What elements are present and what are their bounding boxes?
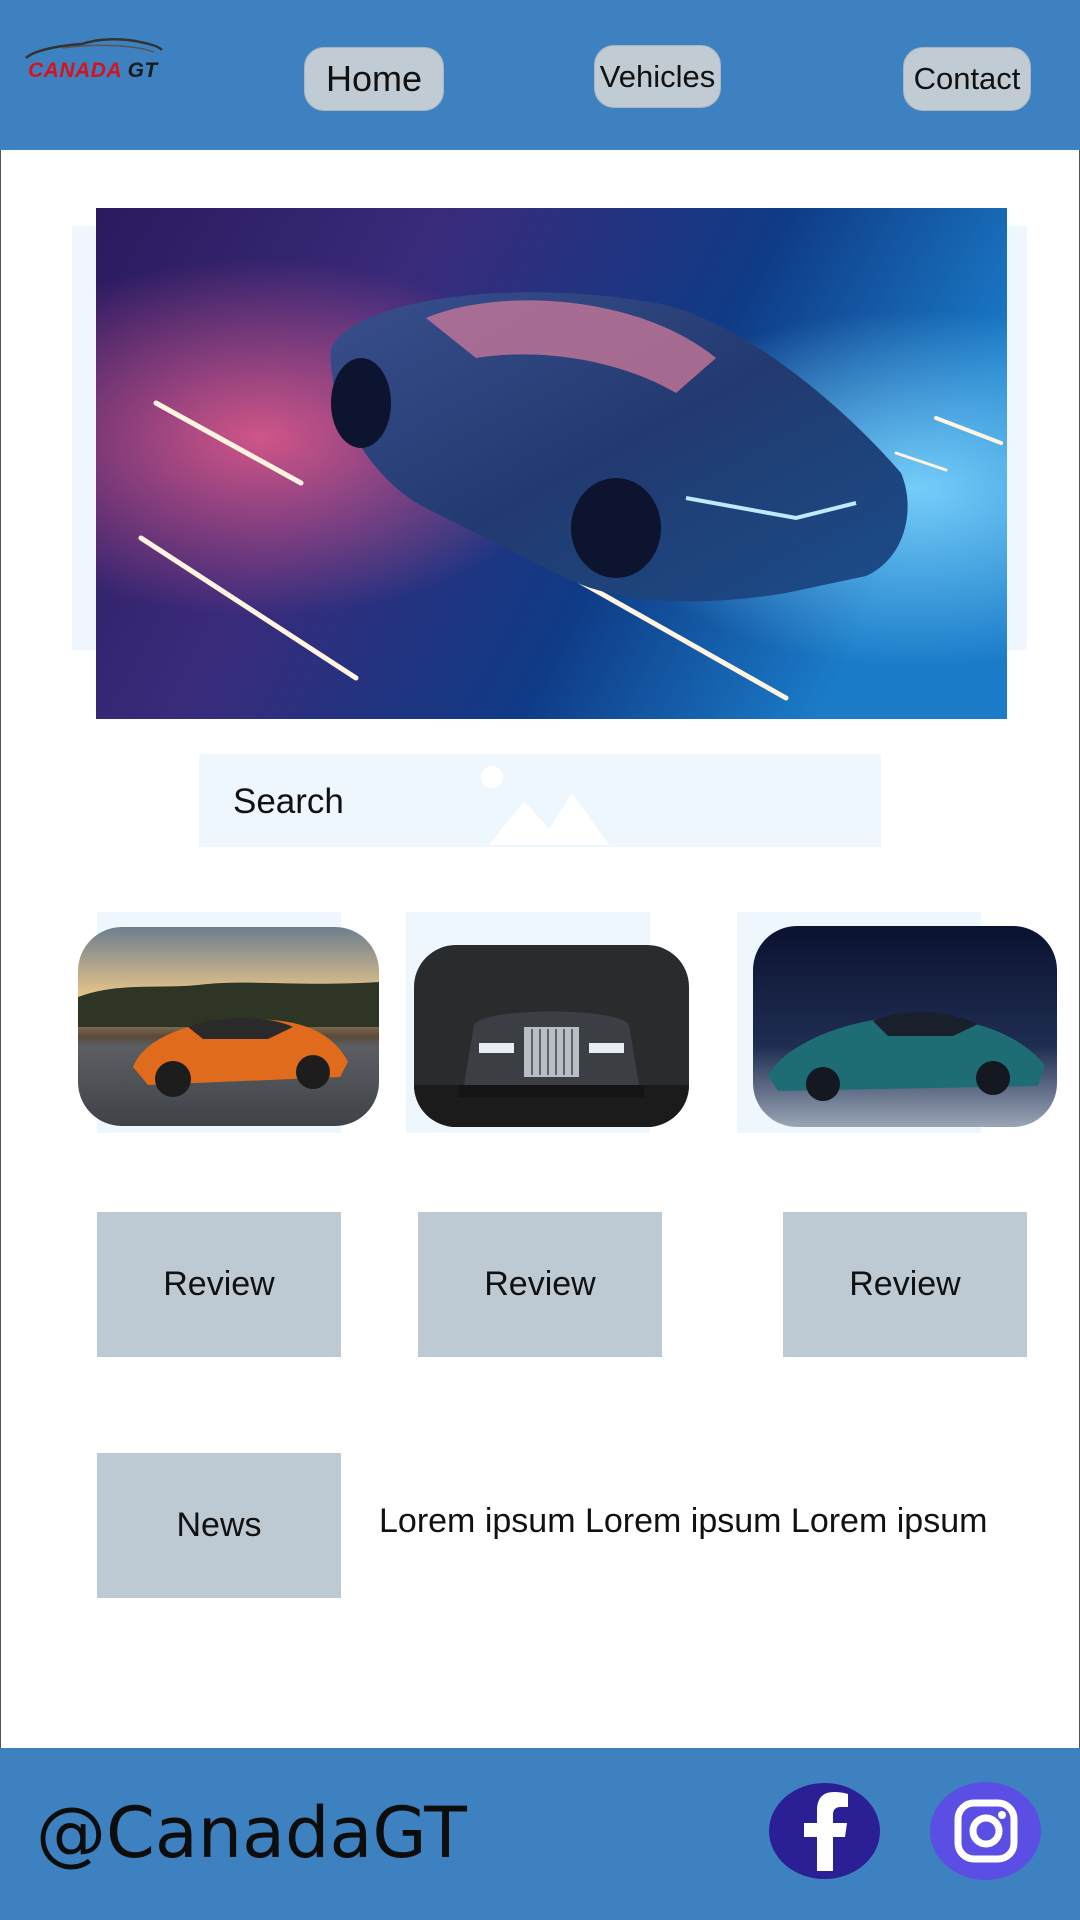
orange-sports-car-image[interactable] (78, 927, 379, 1126)
nav-vehicles-button[interactable]: Vehicles (594, 45, 721, 108)
nav-home-button[interactable]: Home (304, 47, 444, 111)
image-placeholder-icon (481, 766, 609, 845)
site-footer: @CanadaGT (0, 1748, 1080, 1920)
site-header: CANADA GT Home Vehicles Contact (0, 0, 1080, 150)
nav-contact-button[interactable]: Contact (903, 47, 1031, 111)
review-button-3[interactable]: Review (783, 1212, 1027, 1357)
news-button[interactable]: News (97, 1453, 341, 1598)
search-label: Search (233, 782, 344, 821)
teal-hypercar-image[interactable] (753, 926, 1057, 1127)
social-handle: @CanadaGT (36, 1792, 467, 1874)
instagram-icon[interactable] (930, 1782, 1041, 1880)
canada-gt-logo[interactable]: CANADA GT (22, 32, 172, 92)
news-text: Lorem ipsum Lorem ipsum Lorem ipsum (379, 1502, 988, 1540)
logo-text-canada: CANADA (28, 59, 122, 82)
black-luxury-sedan-image[interactable] (414, 945, 689, 1127)
hero-image (96, 208, 1007, 719)
search-box[interactable]: Search (199, 754, 881, 847)
review-button-2[interactable]: Review (418, 1212, 662, 1357)
logo-text-gt: GT (127, 59, 158, 82)
review-button-1[interactable]: Review (97, 1212, 341, 1357)
logo-text: CANADA GT (28, 59, 158, 83)
facebook-icon[interactable] (769, 1783, 880, 1879)
